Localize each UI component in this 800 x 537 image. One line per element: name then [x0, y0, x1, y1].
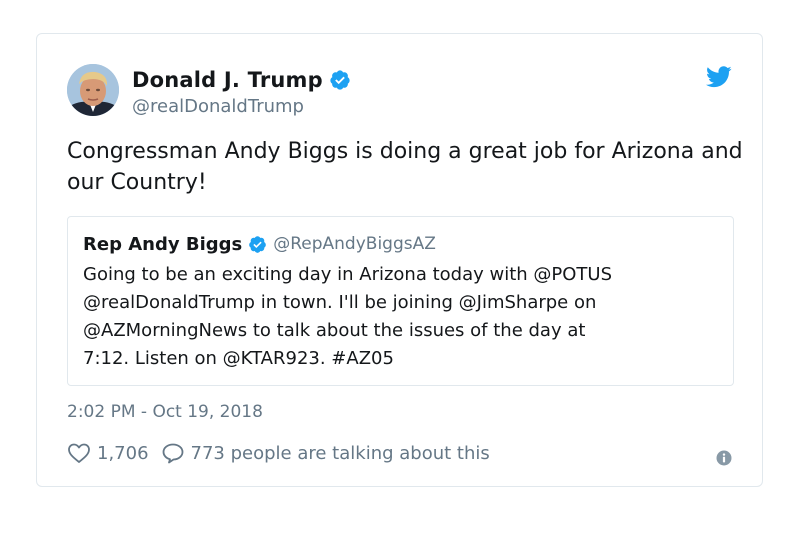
quoted-author-handle: @RepAndyBiggsAZ [273, 234, 436, 254]
avatar-photo [67, 64, 119, 116]
like-count[interactable]: 1,706 [97, 443, 149, 464]
quoted-tweet[interactable]: Rep Andy Biggs @RepAndyBiggsAZ Going to … [67, 216, 734, 386]
heart-icon[interactable] [67, 442, 91, 464]
tweet-author[interactable]: Donald J. Trump @realDonaldTrump [132, 66, 351, 117]
verified-badge-icon [330, 70, 350, 90]
info-icon[interactable] [716, 450, 732, 466]
avatar[interactable] [67, 64, 119, 116]
tweet-actions: 1,706 773 people are talking about this [67, 442, 490, 464]
talking-count[interactable]: 773 people are talking about this [191, 443, 490, 464]
quoted-text-line: @realDonaldTrump in town. I'll be joinin… [83, 292, 597, 313]
twitter-bird-icon[interactable] [706, 66, 732, 88]
quoted-text-line: 7:12. Listen on @KTAR923. #AZ05 [83, 348, 394, 369]
quoted-text-line: @AZMorningNews to talk about the issues … [83, 320, 586, 341]
author-handle[interactable]: @realDonaldTrump [132, 96, 351, 117]
quoted-tweet-text: Going to be an exciting day in Arizona t… [83, 261, 723, 373]
quoted-author-name: Rep Andy Biggs [83, 233, 243, 255]
tweet-timestamp[interactable]: 2:02 PM - Oct 19, 2018 [67, 402, 263, 422]
speech-bubble-icon[interactable] [161, 442, 185, 464]
author-name[interactable]: Donald J. Trump [132, 68, 323, 92]
tweet-text: Congressman Andy Biggs is doing a great … [67, 139, 743, 195]
verified-badge-icon [249, 235, 267, 253]
quoted-text-line: Going to be an exciting day in Arizona t… [83, 264, 613, 285]
tweet-embed-card[interactable]: Donald J. Trump @realDonaldTrump Congres… [36, 33, 763, 487]
